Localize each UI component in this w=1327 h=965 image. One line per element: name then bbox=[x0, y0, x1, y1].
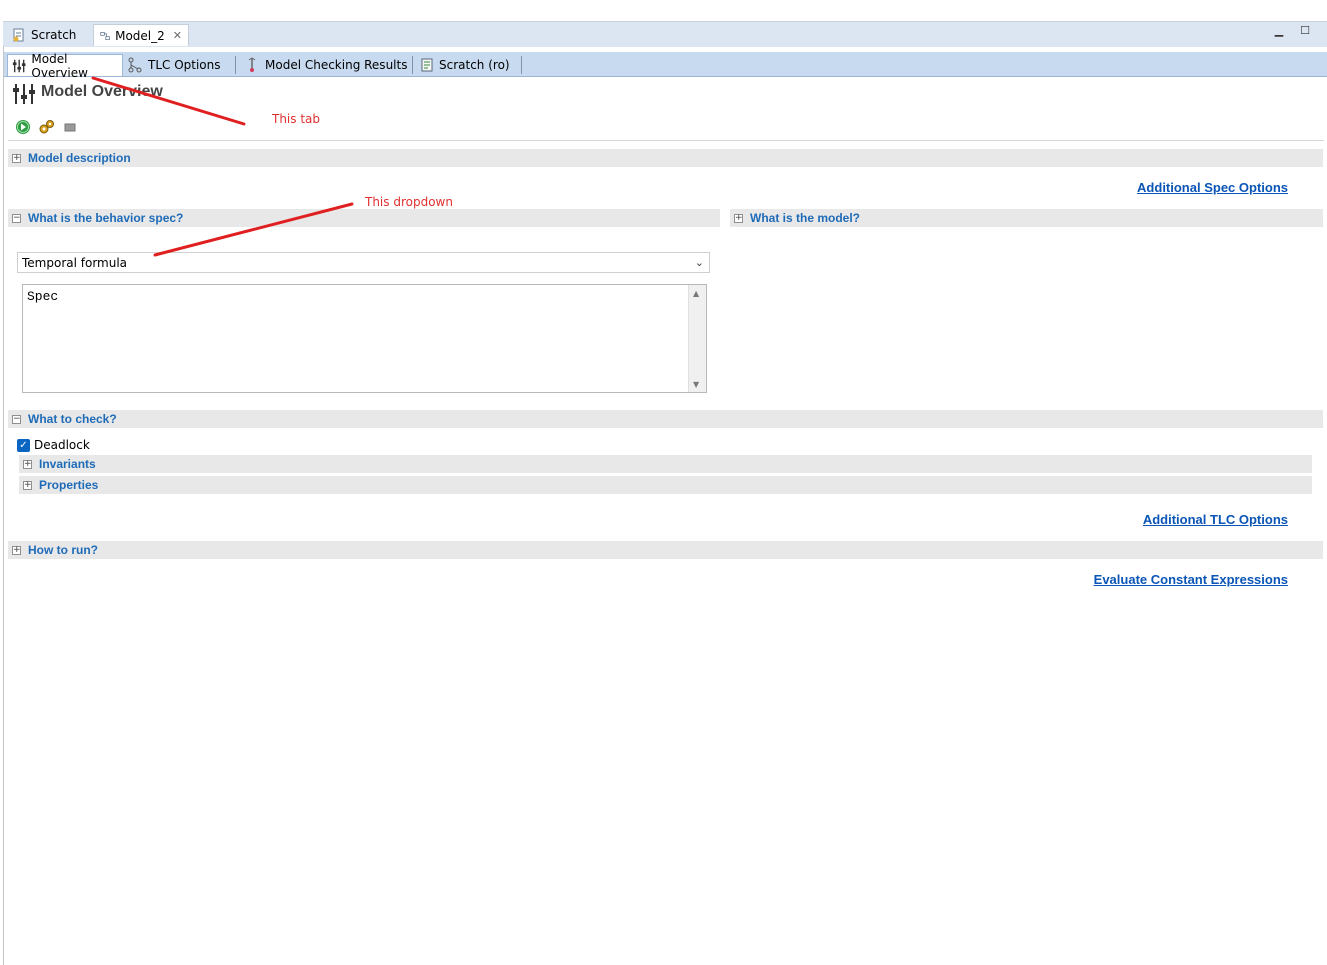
behavior-spec-dropdown[interactable]: Temporal formula ⌄ bbox=[17, 252, 710, 273]
evaluate-constant-expressions-link[interactable]: Evaluate Constant Expressions bbox=[1094, 572, 1288, 587]
gears-icon[interactable] bbox=[39, 119, 55, 135]
chevron-down-icon: ⌄ bbox=[694, 256, 704, 269]
section-invariants[interactable]: + Invariants bbox=[19, 455, 1312, 473]
deadlock-checkbox[interactable]: ✓ bbox=[17, 438, 30, 452]
expand-icon[interactable]: + bbox=[23, 480, 32, 490]
tab-label: Model Checking Results bbox=[265, 58, 408, 72]
section-what-is-model[interactable]: + What is the model? bbox=[730, 209, 1323, 227]
sliders-icon bbox=[12, 59, 26, 72]
sliders-icon bbox=[13, 84, 35, 104]
expand-icon[interactable]: + bbox=[12, 153, 21, 163]
annotation-dropdown-note: This dropdown bbox=[365, 195, 453, 209]
model-toolbar bbox=[15, 119, 77, 135]
tab-label: Model Overview bbox=[31, 51, 88, 80]
section-model-description[interactable]: + Model description bbox=[8, 149, 1323, 167]
section-title: What is the model? bbox=[750, 211, 861, 225]
minimize-icon[interactable]: ▁ bbox=[1273, 25, 1285, 37]
tab-scratch-ro[interactable]: Scratch (ro) bbox=[416, 54, 524, 76]
section-how-to-run[interactable]: + How to run? bbox=[8, 541, 1323, 559]
section-title: How to run? bbox=[28, 543, 98, 557]
spec-file-icon bbox=[13, 28, 24, 42]
deadlock-label: Deadlock bbox=[34, 438, 90, 452]
window-controls: ▁ ☐ bbox=[1273, 25, 1311, 37]
editor-tab-bar: Scratch Model_2 ✕ bbox=[3, 21, 1327, 47]
maximize-icon[interactable]: ☐ bbox=[1299, 25, 1311, 37]
scroll-up-icon[interactable]: ▲ bbox=[693, 289, 699, 298]
run-icon[interactable] bbox=[15, 119, 31, 135]
tab-model-overview[interactable]: Model Overview bbox=[7, 52, 123, 80]
section-behavior-spec[interactable]: − What is the behavior spec? bbox=[8, 209, 720, 227]
temporal-formula-textarea[interactable]: Spec ▲ ▼ bbox=[22, 284, 707, 393]
editor-tab-model2[interactable]: Model_2 ✕ bbox=[93, 24, 189, 46]
dropdown-value: Temporal formula bbox=[22, 255, 128, 270]
page-tab-bar: Model Overview TLC Options Model Checkin… bbox=[3, 52, 1327, 80]
expand-icon[interactable]: + bbox=[12, 545, 21, 555]
section-what-to-check[interactable]: − What to check? bbox=[8, 410, 1323, 428]
additional-spec-options-link[interactable]: Additional Spec Options bbox=[1137, 180, 1288, 195]
left-border bbox=[3, 46, 4, 965]
model-icon bbox=[100, 31, 110, 40]
tab-tlc-options[interactable]: TLC Options bbox=[123, 54, 237, 76]
editor-tab-scratch[interactable]: Scratch bbox=[6, 24, 94, 46]
tab-separator bbox=[235, 56, 236, 74]
expand-icon[interactable]: + bbox=[23, 459, 32, 469]
scroll-down-icon[interactable]: ▼ bbox=[693, 380, 699, 389]
header-divider bbox=[8, 140, 1324, 141]
results-icon bbox=[248, 57, 256, 72]
tab-model-checking-results[interactable]: Model Checking Results bbox=[240, 54, 412, 76]
tab-separator bbox=[521, 56, 522, 74]
tab-label: Scratch (ro) bbox=[439, 58, 510, 72]
additional-tlc-options-link[interactable]: Additional TLC Options bbox=[1143, 512, 1288, 527]
stop-icon[interactable] bbox=[63, 120, 77, 134]
readonly-spec-icon bbox=[421, 58, 433, 72]
tab-label: TLC Options bbox=[148, 58, 221, 72]
tab-separator bbox=[412, 56, 413, 74]
formula-text: Spec bbox=[27, 289, 59, 304]
collapse-icon[interactable]: − bbox=[12, 414, 21, 424]
section-title: What is the behavior spec? bbox=[28, 211, 184, 225]
editor-tab-label: Model_2 bbox=[115, 28, 165, 43]
editor-tab-label: Scratch bbox=[31, 28, 77, 42]
section-title: Model description bbox=[28, 151, 131, 165]
annotation-tab-note: This tab bbox=[272, 112, 321, 126]
close-icon[interactable]: ✕ bbox=[173, 29, 182, 42]
expand-icon[interactable]: + bbox=[734, 213, 743, 223]
section-title: What to check? bbox=[28, 412, 117, 426]
tree-icon bbox=[128, 57, 142, 73]
deadlock-checkbox-row[interactable]: ✓ Deadlock bbox=[17, 438, 90, 452]
vertical-scrollbar[interactable]: ▲ ▼ bbox=[688, 285, 706, 392]
section-title: Invariants bbox=[39, 457, 96, 471]
section-properties[interactable]: + Properties bbox=[19, 476, 1312, 494]
section-title: Properties bbox=[39, 478, 99, 492]
collapse-icon[interactable]: − bbox=[12, 213, 21, 223]
page-title: Model Overview bbox=[41, 83, 163, 100]
